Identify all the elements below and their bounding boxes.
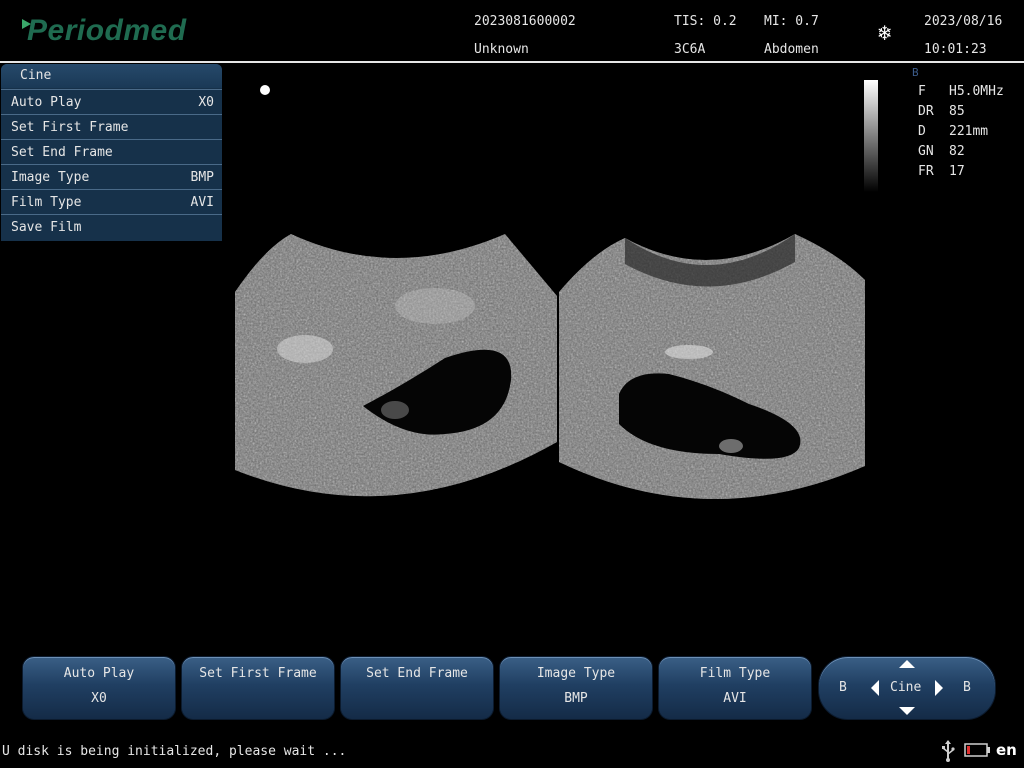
button-value: X0: [91, 691, 107, 706]
set-end-frame-button[interactable]: Set End Frame: [340, 656, 494, 720]
exam-date: 2023/08/16: [924, 14, 1003, 29]
menu-item-set-first-frame[interactable]: Set First Frame: [1, 114, 222, 139]
button-label: Set End Frame: [366, 666, 468, 681]
button-value: BMP: [564, 691, 588, 706]
menu-item-label: Set First Frame: [11, 120, 129, 135]
menu-item-save-film[interactable]: Save Film: [1, 214, 222, 239]
button-label: Image Type: [536, 666, 616, 681]
menu-item-label: Image Type: [11, 170, 90, 185]
set-first-frame-button[interactable]: Set First Frame: [181, 656, 335, 720]
menu-item-label: Film Type: [11, 195, 82, 210]
param-key: DR: [918, 104, 934, 119]
grayscale-bar: [864, 80, 878, 192]
arrow-down-icon[interactable]: [899, 707, 915, 715]
menu-item-label: Set End Frame: [11, 145, 113, 160]
param-key: D: [918, 124, 926, 139]
arrow-up-icon[interactable]: [899, 660, 915, 668]
scale-mode-label: B: [912, 66, 919, 79]
cine-center-label: Cine: [890, 680, 922, 695]
menu-item-auto-play[interactable]: Auto Play X0: [1, 89, 222, 114]
brand-name: Periodmed: [27, 14, 187, 47]
cine-menu: Cine Auto Play X0 Set First Frame Set En…: [1, 64, 222, 241]
param-value: 85: [949, 104, 965, 119]
patient-id: 2023081600002: [474, 14, 576, 29]
cine-left-label: B: [839, 680, 847, 695]
cine-menu-title[interactable]: Cine: [1, 64, 222, 88]
menu-item-set-end-frame[interactable]: Set End Frame: [1, 139, 222, 164]
arrow-left-icon[interactable]: [871, 680, 879, 696]
film-type-button[interactable]: Film Type AVI: [658, 656, 812, 720]
ultrasound-image-right[interactable]: [559, 234, 865, 502]
mi-value: MI: 0.7: [764, 14, 819, 29]
param-value: 82: [949, 144, 965, 159]
brand-logo: Periodmed: [22, 14, 187, 48]
ultrasound-image-left[interactable]: [235, 234, 557, 502]
arrow-right-icon[interactable]: [935, 680, 943, 696]
param-key: GN: [918, 144, 934, 159]
cine-right-label: B: [963, 680, 971, 695]
exam-time: 10:01:23: [924, 42, 987, 57]
button-value: AVI: [723, 691, 747, 706]
menu-item-image-type[interactable]: Image Type BMP: [1, 164, 222, 189]
exam-type: Abdomen: [764, 42, 819, 57]
tis-value: TIS: 0.2: [674, 14, 737, 29]
menu-item-film-type[interactable]: Film Type AVI: [1, 189, 222, 214]
button-label: Set First Frame: [199, 666, 317, 681]
usb-icon: [942, 740, 955, 762]
param-value: 17: [949, 164, 965, 179]
menu-item-value: AVI: [190, 195, 214, 210]
status-message: U disk is being initialized, please wait…: [2, 744, 347, 759]
cine-control[interactable]: B Cine B: [818, 656, 996, 720]
probe-orientation-marker: [260, 85, 270, 95]
snowflake-icon: ❄: [878, 21, 892, 46]
param-key: F: [918, 84, 926, 99]
auto-play-button[interactable]: Auto Play X0: [22, 656, 176, 720]
param-key: FR: [918, 164, 934, 179]
button-label: Film Type: [699, 666, 771, 681]
cine-menu-title-label: Cine: [20, 68, 52, 83]
param-value: H5.0MHz: [949, 84, 1004, 99]
header-divider: [0, 61, 1024, 63]
battery-low-icon: [964, 743, 990, 757]
patient-name: Unknown: [474, 42, 529, 57]
language-indicator[interactable]: en: [996, 741, 1017, 759]
probe-name: 3C6A: [674, 42, 706, 57]
image-type-button[interactable]: Image Type BMP: [499, 656, 653, 720]
button-label: Auto Play: [63, 666, 135, 681]
menu-item-value: BMP: [190, 170, 214, 185]
menu-item-value: X0: [198, 95, 214, 110]
param-value: 221mm: [949, 124, 989, 139]
menu-item-label: Save Film: [11, 220, 82, 235]
menu-item-label: Auto Play: [11, 95, 82, 110]
